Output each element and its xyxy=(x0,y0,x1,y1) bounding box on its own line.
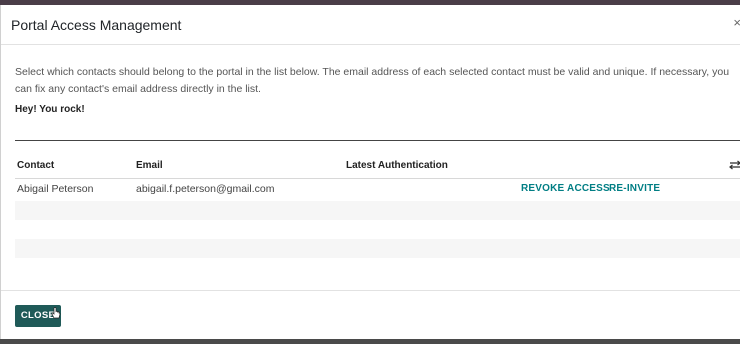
revoke-access-button[interactable]: REVOKE ACCESS xyxy=(521,183,610,194)
empty-table-row xyxy=(15,201,740,220)
contacts-table: Contact Email Latest Authentication Abig… xyxy=(15,155,740,258)
dialog-footer: CLOSE xyxy=(1,290,740,339)
background-bottom-strip xyxy=(0,339,740,344)
dialog-header: Portal Access Management × xyxy=(1,5,740,45)
portal-access-dialog: Portal Access Management × Select which … xyxy=(0,5,740,339)
dialog-description: Select which contacts should belong to t… xyxy=(15,66,730,95)
table-row[interactable]: Abigail Peterson abigail.f.peterson@gmai… xyxy=(15,179,740,201)
table-header: Contact Email Latest Authentication xyxy=(15,155,740,179)
email-cell[interactable]: abigail.f.peterson@gmail.com xyxy=(136,183,274,195)
re-invite-button[interactable]: RE-INVITE xyxy=(609,183,660,194)
contact-name-cell[interactable]: Abigail Peterson xyxy=(17,183,93,195)
welcome-message-divider xyxy=(15,140,740,141)
welcome-message: Hey! You rock! xyxy=(15,104,85,115)
empty-table-row xyxy=(15,239,740,258)
column-header-email[interactable]: Email xyxy=(136,160,163,171)
close-icon[interactable]: × xyxy=(733,15,740,30)
column-header-contact[interactable]: Contact xyxy=(17,160,54,171)
dialog-title: Portal Access Management xyxy=(11,17,182,33)
optional-columns-icon[interactable] xyxy=(729,159,740,171)
empty-table-row xyxy=(15,220,740,239)
hand-cursor-icon xyxy=(51,307,61,319)
column-header-latest-authentication[interactable]: Latest Authentication xyxy=(346,160,448,171)
